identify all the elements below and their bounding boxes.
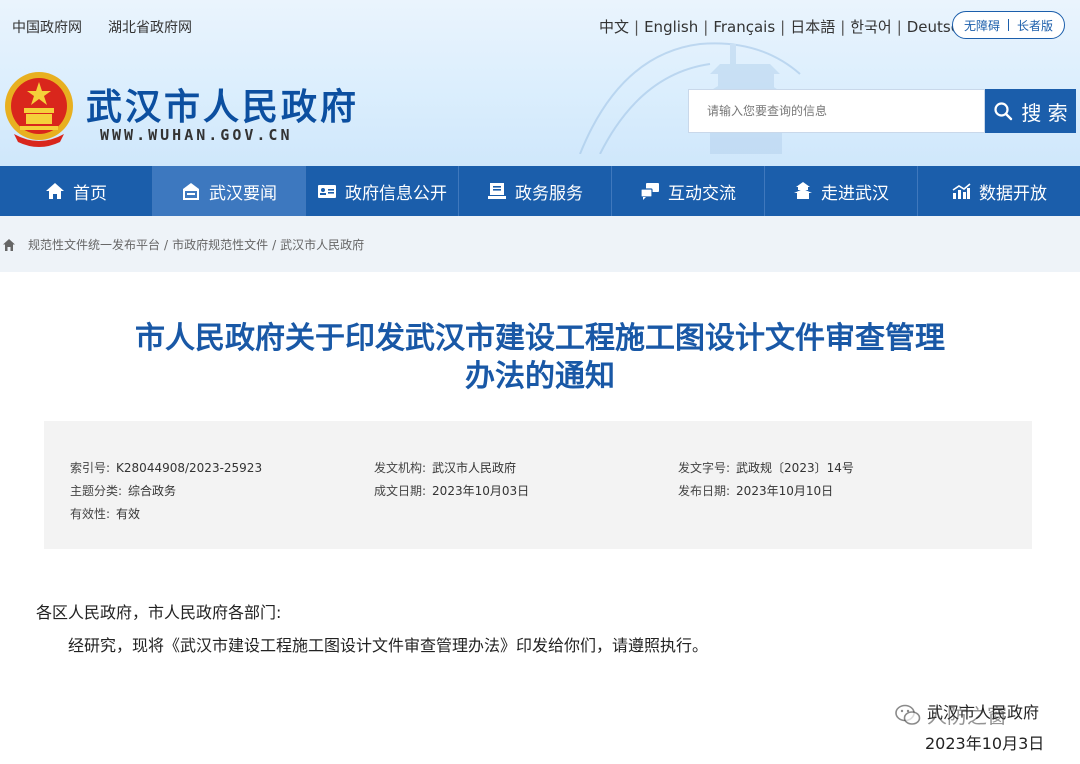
language-switcher: 中文 | English | Français | 日本語 | 한국어 | Deutsch (599, 16, 969, 37)
elder-mode-button[interactable]: 长者版 (1017, 17, 1053, 34)
home-icon (46, 183, 64, 199)
article-title-line: 办法的通知 (465, 359, 615, 394)
nav-item-label: 数据开放 (979, 183, 1047, 204)
nav-item-interaction[interactable]: 互动交流 (612, 166, 765, 216)
site-header: 中国政府网 湖北省政府网 中文 | English | Français | 日本語 |… (0, 0, 1080, 166)
link-china-gov[interactable]: 中国政府网 (12, 17, 82, 37)
nav-item-label: 政务服务 (515, 183, 583, 204)
search-input[interactable]: 请输入您要查询的信息 (688, 89, 985, 133)
nav-item-label: 政府信息公开 (345, 183, 447, 204)
article-title-line: 市人民政府关于印发武汉市建设工程施工图设计文件审查管理 (135, 321, 945, 356)
breadcrumb-item[interactable]: 武汉市人民政府 (280, 236, 364, 253)
article-title: 市人民政府关于印发武汉市建设工程施工图设计文件审查管理 办法的通知 (60, 320, 1020, 396)
nav-item-gov-info[interactable]: 政府信息公开 (306, 166, 459, 216)
chat-icon (640, 183, 659, 200)
wechat-icon (895, 704, 921, 725)
wechat-watermark: 人防之窗 (895, 700, 1007, 729)
top-links: 中国政府网 湖北省政府网 (12, 17, 192, 37)
meta-index-no: 索引号: K28044908/2023-25923 (70, 461, 263, 475)
search-button[interactable]: 搜 索 (985, 89, 1076, 133)
nav-item-open-data[interactable]: 数据开放 (918, 166, 1080, 216)
watermark-text: 人防之窗 (927, 704, 1007, 728)
article-salutation: 各区人民政府，市人民政府各部门: (36, 603, 282, 622)
lang-en[interactable]: English (644, 18, 698, 36)
home-icon[interactable] (2, 238, 16, 252)
search-icon (994, 102, 1013, 121)
meta-published-date: 发布日期: 2023年10月10日 (678, 484, 834, 498)
info-card-icon (318, 185, 336, 198)
accessibility-switch: 无障碍 长者版 (952, 11, 1065, 39)
nav-item-label: 首页 (73, 183, 107, 204)
lang-ja[interactable]: 日本語 (790, 16, 835, 37)
barrier-free-button[interactable]: 无障碍 (964, 17, 1000, 34)
meta-issuer: 发文机构: 武汉市人民政府 (374, 461, 517, 475)
breadcrumb-item[interactable]: 市政府规范性文件 (172, 236, 268, 253)
search-button-label: 搜 索 (1021, 100, 1068, 125)
nav-item-wuhan-news[interactable]: 武汉要闻 (153, 166, 306, 216)
news-icon (183, 183, 199, 200)
breadcrumb-separator: / (272, 237, 277, 252)
link-hubei-gov[interactable]: 湖北省政府网 (108, 17, 192, 37)
main-nav: 首页 武汉要闻 政府信息公开 政务服务 互动交流 走进武汉 数据开放 (0, 166, 1080, 216)
service-icon (488, 183, 506, 199)
nav-item-label: 走进武汉 (821, 183, 889, 204)
meta-topic: 主题分类: 综合政务 (70, 484, 177, 498)
site-url: WWW.WUHAN.GOV.CN (100, 126, 293, 144)
document-meta-panel: 索引号: K28044908/2023-25923 发文机构: 武汉市人民政府 发文… (44, 421, 1032, 549)
nav-item-home[interactable]: 首页 (0, 166, 153, 216)
lang-fr[interactable]: Français (713, 18, 775, 36)
nav-item-label: 武汉要闻 (209, 183, 277, 204)
breadcrumb-separator: / (164, 237, 169, 252)
nav-item-label: 互动交流 (668, 183, 736, 204)
site-title[interactable]: 武汉市人民政府 (86, 78, 359, 130)
nav-item-enter-wuhan[interactable]: 走进武汉 (765, 166, 918, 216)
signature-date: 2023年10月3日 (925, 734, 1045, 753)
meta-doc-no: 发文字号: 武政规〔2023〕14号 (678, 461, 854, 475)
national-emblem-icon (5, 72, 73, 147)
pavilion-icon (794, 182, 812, 199)
meta-validity: 有效性: 有效 (70, 507, 141, 521)
nav-item-gov-service[interactable]: 政务服务 (459, 166, 612, 216)
meta-created-date: 成文日期: 2023年10月03日 (374, 484, 530, 498)
chart-icon (952, 183, 971, 199)
lang-zh[interactable]: 中文 (599, 16, 629, 37)
breadcrumb: 规范性文件统一发布平台 / 市政府规范性文件 / 武汉市人民政府 (2, 236, 364, 253)
breadcrumb-item[interactable]: 规范性文件统一发布平台 (28, 236, 160, 253)
lang-ko[interactable]: 한국어 (850, 16, 891, 37)
article-body-paragraph: 经研究，现将《武汉市建设工程施工图设计文件审查管理办法》印发给你们，请遵照执行。 (68, 636, 709, 655)
